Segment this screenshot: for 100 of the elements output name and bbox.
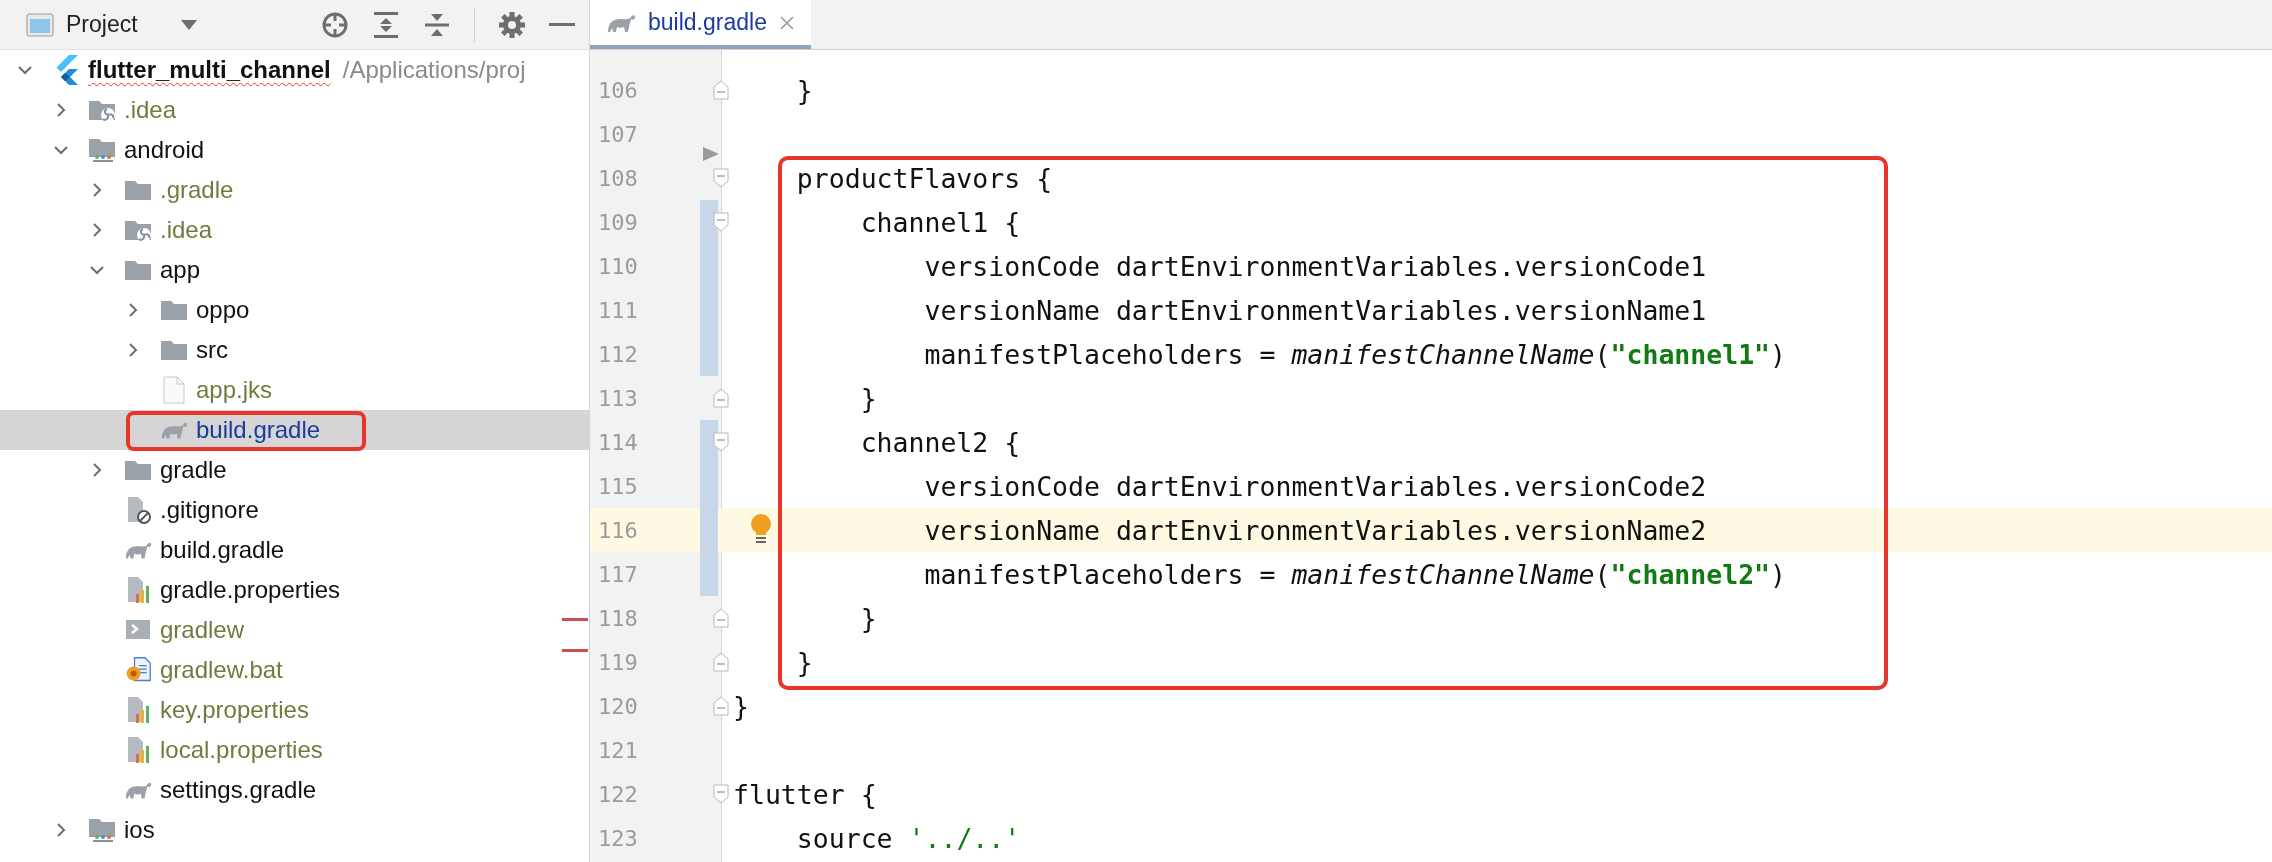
- code-line: versionCode dartEnvironmentVariables.versionCode2: [924, 470, 1707, 502]
- tab-label: build.gradle: [648, 9, 767, 36]
- tree-item-label: gradlew: [160, 616, 245, 644]
- fold-marker-icon[interactable]: [713, 212, 729, 232]
- folder-icon: [160, 338, 188, 362]
- tree-item-label: gradlew.bat: [160, 656, 283, 684]
- tree-item-label: src: [196, 336, 228, 364]
- code-line: channel2 {: [860, 426, 1021, 458]
- code-line: versionName dartEnvironmentVariables.versionName1: [924, 294, 1707, 326]
- fold-marker-icon[interactable]: [713, 388, 729, 408]
- tree-row[interactable]: ios: [0, 810, 589, 850]
- settings-icon[interactable]: [498, 10, 526, 39]
- code-line: }: [796, 646, 813, 678]
- line-number: 118: [597, 605, 639, 631]
- code-line: }: [860, 602, 877, 634]
- tree-row[interactable]: gradle: [0, 450, 589, 490]
- line-number: 122: [597, 781, 639, 807]
- folder-icon: [124, 178, 152, 202]
- code-line: }: [796, 74, 813, 106]
- tree-item-label: settings.gradle: [160, 776, 317, 804]
- tree-item-label: build.gradle: [160, 536, 285, 564]
- tree-row[interactable]: oppo: [0, 290, 589, 330]
- tree-row[interactable]: gradlew.bat: [0, 650, 589, 690]
- tree-item-label: build.gradle: [196, 416, 321, 444]
- folder-icon: [88, 98, 116, 122]
- tree-row[interactable]: build.gradle: [0, 410, 589, 450]
- fold-marker-icon[interactable]: [713, 432, 729, 452]
- window-icon: [26, 12, 54, 37]
- crosshair-icon[interactable]: [321, 10, 349, 39]
- code-line: channel1 {: [860, 206, 1021, 238]
- code-line: }: [860, 382, 877, 414]
- code-line: versionName dartEnvironmentVariables.versionName2: [924, 514, 1707, 546]
- line-number: 114: [597, 429, 639, 455]
- line-number: 112: [597, 341, 639, 367]
- tree-item-label: app: [160, 256, 201, 284]
- fold-marker-icon[interactable]: [713, 652, 729, 672]
- tree-item-label: local.properties: [160, 736, 323, 764]
- tree-item-label: flutter_multi_channel: [88, 56, 331, 84]
- code-line: }: [733, 690, 749, 722]
- tree-row[interactable]: flutter_multi_channel /Applications/proj: [0, 50, 589, 90]
- tree-row[interactable]: .idea: [0, 90, 589, 130]
- editor-tab[interactable]: build.gradle: [590, 0, 811, 49]
- folder-icon: [124, 218, 152, 242]
- fold-marker-icon[interactable]: [713, 608, 729, 628]
- line-number: 109: [597, 209, 639, 235]
- path-label: /Applications/proj: [342, 56, 526, 84]
- tree-row[interactable]: .gitignore: [0, 490, 589, 530]
- tree-row[interactable]: key.properties: [0, 690, 589, 730]
- tree-item-label: key.properties: [160, 696, 309, 724]
- tree-row[interactable]: android: [0, 130, 589, 170]
- folder-icon: [160, 298, 188, 322]
- line-number: 117: [597, 561, 639, 587]
- tree-row[interactable]: settings.gradle: [0, 770, 589, 810]
- folder-icon: [88, 137, 116, 163]
- tree-row[interactable]: .gradle: [0, 170, 589, 210]
- caret-icon[interactable]: [179, 18, 198, 31]
- tree-item-label: android: [124, 136, 205, 164]
- tree-item-label: .idea: [160, 216, 213, 244]
- close-icon[interactable]: [778, 14, 795, 31]
- file-icon: [160, 376, 188, 404]
- tree-row[interactable]: gradle.properties: [0, 570, 589, 610]
- line-number: 119: [597, 649, 639, 675]
- code-line: manifestPlaceholders = manifestChannelName("channel1"): [924, 338, 1787, 370]
- line-number: 123: [597, 825, 639, 851]
- tree-row[interactable]: gradlew: [0, 610, 589, 650]
- tree-row[interactable]: build.gradle: [0, 530, 589, 570]
- marker-line: [562, 618, 588, 621]
- tree-row[interactable]: src: [0, 330, 589, 370]
- line-number: 121: [597, 737, 639, 763]
- expand-all-icon[interactable]: [372, 10, 400, 39]
- tree-item-label: app.jks: [196, 376, 273, 404]
- tree-row[interactable]: .idea: [0, 210, 589, 250]
- tree-row[interactable]: app: [0, 250, 589, 290]
- fold-marker-icon[interactable]: [713, 80, 729, 100]
- marker-line: [562, 649, 588, 652]
- line-number: 115: [597, 473, 639, 499]
- tree-item-label: .gitignore: [160, 496, 259, 524]
- tree-row[interactable]: app.jks: [0, 370, 589, 410]
- code-line: versionCode dartEnvironmentVariables.versionCode1: [924, 250, 1707, 282]
- panel-title[interactable]: Project: [66, 11, 138, 38]
- line-number: 110: [597, 253, 639, 279]
- code-line: source '../..': [796, 822, 1021, 854]
- code-line: manifestPlaceholders = manifestChannelName("channel2"): [924, 558, 1787, 590]
- fold-marker-icon[interactable]: [713, 696, 729, 716]
- triangle-icon[interactable]: [702, 146, 720, 162]
- code-line: productFlavors {: [796, 162, 1053, 194]
- tree-item-label: gradle.properties: [160, 576, 341, 604]
- line-number: 106: [597, 77, 639, 103]
- tree-row[interactable]: local.properties: [0, 730, 589, 770]
- tree-item-label: gradle: [160, 456, 227, 484]
- bulb-icon[interactable]: [750, 514, 772, 544]
- line-number: 108: [597, 165, 639, 191]
- fold-marker-icon[interactable]: [713, 784, 729, 804]
- fold-marker-icon[interactable]: [713, 168, 729, 188]
- folder-icon: [88, 817, 116, 843]
- line-number: 113: [597, 385, 639, 411]
- folder-icon: [124, 458, 152, 482]
- tree-item-label: .idea: [124, 96, 177, 124]
- line-number: 107: [597, 121, 639, 147]
- line-number: 120: [597, 693, 639, 719]
